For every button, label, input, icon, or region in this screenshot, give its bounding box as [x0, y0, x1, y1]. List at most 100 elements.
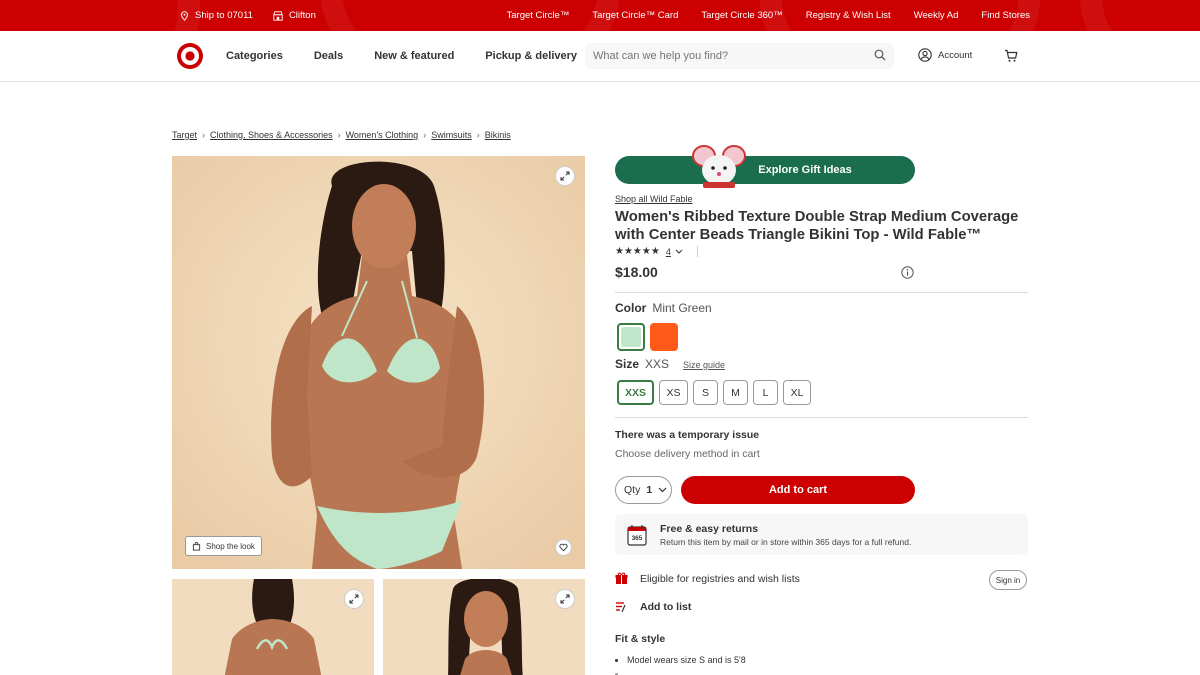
main-header: Categories Deals New & featured Pickup &… [0, 31, 1200, 82]
size-option-s[interactable]: S [693, 380, 718, 405]
target-circle-card-link[interactable]: Target Circle™ Card [592, 10, 678, 21]
brand-link[interactable]: Shop all Wild Fable [615, 194, 693, 204]
model-photo [172, 156, 585, 569]
nav-new-featured[interactable]: New & featured [374, 50, 454, 62]
store-text: Clifton [288, 10, 316, 21]
location-pin-icon [181, 10, 188, 21]
star-rating-icon: ★★★★★ [615, 246, 660, 257]
shop-the-look-button[interactable]: Shop the look [185, 536, 262, 556]
size-option-xxs[interactable]: XXS [617, 380, 654, 405]
chevron-right-icon: › [202, 130, 206, 140]
chevron-down-icon [658, 487, 667, 493]
expand-image-button[interactable] [555, 166, 575, 186]
size-guide-link[interactable]: Size guide [683, 360, 725, 370]
heart-icon [559, 543, 568, 552]
returns-info: 365 Free & easy returns Return this item… [615, 514, 1028, 555]
target-circle-360-link[interactable]: Target Circle 360™ [701, 10, 782, 21]
issue-subtitle: Choose delivery method in cart [615, 448, 760, 460]
color-row: Color Mint Green [615, 301, 712, 315]
ship-to-link[interactable]: Ship to 07011 [180, 10, 253, 21]
size-option-xs[interactable]: XS [659, 380, 688, 405]
model-back-photo [172, 579, 374, 675]
add-to-list-label: Add to list [640, 600, 692, 613]
expand-image-button[interactable] [344, 589, 364, 609]
search-input[interactable] [593, 50, 863, 62]
add-to-list-icon [616, 602, 626, 613]
nav-deals[interactable]: Deals [314, 50, 343, 62]
breadcrumb-womens[interactable]: Women's Clothing [346, 130, 419, 140]
size-value: XXS [645, 357, 670, 371]
rating-summary[interactable]: ★★★★★ 4 [615, 246, 698, 257]
breadcrumb: Target › Clothing, Shoes & Accessories ›… [172, 130, 511, 140]
add-to-list-row[interactable]: Add to list [615, 600, 691, 613]
find-stores-link[interactable]: Find Stores [981, 10, 1030, 21]
fit-style-list: Model wears size S and is 5'8 [627, 655, 746, 675]
swatch-fill [650, 323, 678, 351]
size-label: Size [615, 357, 640, 371]
weekly-ad-link[interactable]: Weekly Ad [914, 10, 959, 21]
gift-banner-label: Explore Gift Ideas [758, 164, 852, 176]
calendar-365-icon: 365 [627, 525, 647, 546]
registry-row: Eligible for registries and wish lists [615, 572, 800, 585]
target-circle-link[interactable]: Target Circle™ [507, 10, 570, 21]
rating-divider [696, 246, 698, 257]
chevron-right-icon: › [476, 130, 480, 140]
swatch-mint-green[interactable] [617, 323, 645, 351]
registry-link[interactable]: Registry & Wish List [806, 10, 891, 21]
nav-pickup-delivery[interactable]: Pickup & delivery [485, 50, 577, 62]
add-to-cart-button[interactable]: Add to cart [681, 476, 915, 504]
returns-subtitle: Return this item by mail or in store wit… [660, 537, 912, 547]
product-image-main[interactable]: Shop the look [172, 156, 585, 569]
size-option-m[interactable]: M [723, 380, 748, 405]
explore-gift-ideas-banner[interactable]: Explore Gift Ideas [615, 145, 915, 188]
product-image-back[interactable] [172, 579, 374, 675]
size-option-l[interactable]: L [753, 380, 778, 405]
product-price: $18.00 [615, 264, 658, 280]
fit-item: Model wears size S and is 5'8 [627, 655, 746, 665]
expand-icon [349, 594, 359, 604]
account-icon [918, 48, 932, 62]
search-icon[interactable] [874, 49, 886, 61]
registry-label: Eligible for registries and wish lists [640, 572, 800, 585]
swatch-orange[interactable] [650, 323, 678, 351]
expand-image-button[interactable] [555, 589, 575, 609]
chevron-right-icon: › [423, 130, 427, 140]
sign-in-button[interactable]: Sign in [989, 570, 1027, 590]
model-detail-photo [383, 579, 585, 675]
qty-label: Qty [624, 484, 641, 496]
size-option-xl[interactable]: XL [783, 380, 811, 405]
cart-icon[interactable] [1004, 49, 1018, 63]
color-label: Color [615, 301, 647, 315]
favorite-button[interactable] [555, 539, 572, 556]
target-logo-icon[interactable] [176, 42, 204, 70]
fit-style-heading: Fit & style [615, 633, 666, 645]
info-icon[interactable] [901, 266, 914, 279]
store-icon [273, 10, 283, 21]
breadcrumb-swimsuits[interactable]: Swimsuits [431, 130, 472, 140]
swatch-fill [621, 327, 641, 347]
product-image-detail[interactable] [383, 579, 585, 675]
search-bar [585, 43, 894, 69]
qty-value: 1 [646, 484, 653, 496]
account-button[interactable]: Account [918, 48, 972, 62]
quantity-select[interactable]: Qty 1 [615, 476, 672, 504]
expand-icon [560, 594, 570, 604]
size-row: Size XXS Size guide [615, 357, 725, 371]
breadcrumb-bikinis[interactable]: Bikinis [485, 130, 511, 140]
account-label: Account [938, 49, 973, 61]
shop-the-look-label: Shop the look [206, 541, 255, 551]
expand-icon [560, 171, 570, 181]
shopping-bag-icon [192, 541, 201, 551]
color-swatches [617, 323, 678, 351]
fit-item [627, 669, 746, 675]
breadcrumb-target[interactable]: Target [172, 130, 197, 140]
main-nav: Categories Deals New & featured Pickup &… [226, 31, 577, 81]
chevron-down-icon [675, 249, 683, 254]
chevron-right-icon: › [337, 130, 341, 140]
store-link[interactable]: Clifton [273, 10, 316, 21]
nav-categories[interactable]: Categories [226, 50, 283, 62]
utility-bar: Ship to 07011 Clifton Target Circle™ Tar… [0, 0, 1200, 31]
divider [615, 292, 1028, 293]
divider [615, 417, 1028, 418]
breadcrumb-clothing[interactable]: Clothing, Shoes & Accessories [210, 130, 333, 140]
